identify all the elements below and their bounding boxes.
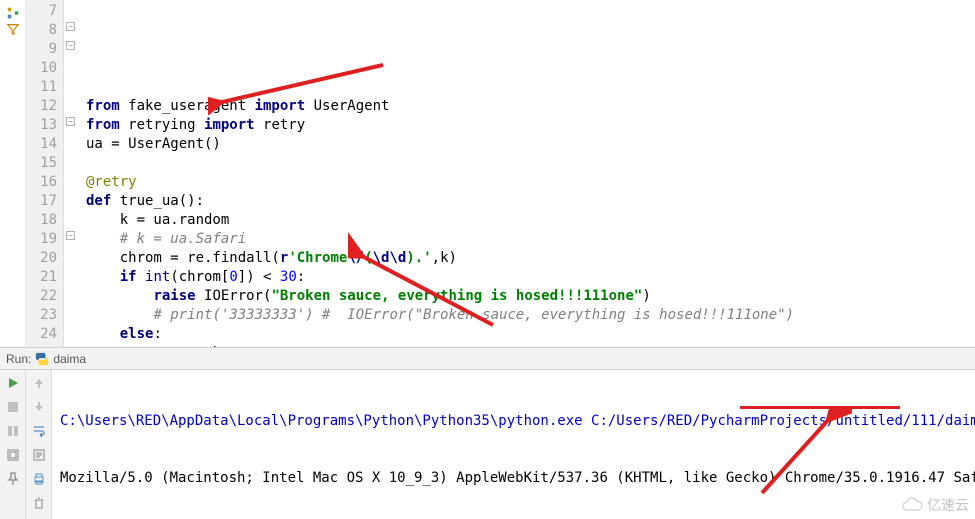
- code-line: # k = ua.Safari: [86, 230, 975, 249]
- fold-toggle-icon[interactable]: −: [66, 231, 75, 240]
- scroll-to-end-button[interactable]: [30, 446, 48, 464]
- code-editor[interactable]: 789101112131415161718192021222324 − − − …: [0, 0, 975, 348]
- down-button[interactable]: [30, 398, 48, 416]
- code-line: if int(chrom[0]) < 30:: [86, 268, 975, 287]
- cloud-icon: [901, 497, 923, 513]
- console-output[interactable]: C:\Users\RED\AppData\Local\Programs\Pyth…: [52, 370, 975, 519]
- fold-gutter: − − − −: [64, 0, 78, 347]
- line-number-gutter: 789101112131415161718192021222324: [26, 0, 64, 347]
- code-line: ua = UserAgent(): [86, 135, 975, 154]
- up-button[interactable]: [30, 374, 48, 392]
- pin-button[interactable]: [4, 470, 22, 488]
- stop-button[interactable]: [4, 398, 22, 416]
- fold-toggle-icon[interactable]: −: [66, 117, 75, 126]
- fold-toggle-icon[interactable]: −: [66, 41, 75, 50]
- run-tool-window: C:\Users\RED\AppData\Local\Programs\Pyth…: [0, 370, 975, 519]
- clear-all-button[interactable]: [30, 494, 48, 512]
- dump-threads-button[interactable]: [4, 446, 22, 464]
- code-line: k = ua.random: [86, 211, 975, 230]
- interpreter-path: C:\Users\RED\AppData\Local\Programs\Pyth…: [60, 412, 975, 431]
- run-toolbar-secondary: [26, 370, 52, 519]
- rerun-button[interactable]: [4, 374, 22, 392]
- code-line: else:: [86, 325, 975, 344]
- structure-icon[interactable]: [6, 6, 20, 20]
- filter-icon[interactable]: [6, 22, 20, 36]
- toggle-soft-wrap-button[interactable]: [30, 422, 48, 440]
- code-line: from fake_useragent import UserAgent: [86, 97, 975, 116]
- editor-left-gutter: [0, 0, 26, 347]
- python-icon: [35, 352, 49, 366]
- print-button[interactable]: [30, 470, 48, 488]
- run-label: Run:: [6, 352, 31, 366]
- code-line: raise IOError("Broken sauce, everything …: [86, 287, 975, 306]
- code-area[interactable]: from fake_useragent import UserAgentfrom…: [78, 0, 975, 347]
- fold-toggle-icon[interactable]: −: [66, 22, 75, 31]
- code-line: @retry: [86, 173, 975, 192]
- code-line: def true_ua():: [86, 192, 975, 211]
- run-config-name: daima: [53, 352, 86, 366]
- run-toolbar-primary: [0, 370, 26, 519]
- code-line: [86, 78, 975, 97]
- code-line: # print('33333333') # IOError("Broken sa…: [86, 306, 975, 325]
- code-line: from retrying import retry: [86, 116, 975, 135]
- code-line: chrom = re.findall(r'Chrome\/(\d\d).',k): [86, 249, 975, 268]
- pause-button[interactable]: [4, 422, 22, 440]
- annotation-underline: [740, 406, 900, 409]
- code-line: [86, 154, 975, 173]
- run-tool-window-header[interactable]: Run: daima: [0, 348, 975, 370]
- stdout-line: Mozilla/5.0 (Macintosh; Intel Mac OS X 1…: [60, 469, 975, 488]
- code-line: return k: [86, 344, 975, 347]
- watermark: 亿速云: [901, 495, 969, 515]
